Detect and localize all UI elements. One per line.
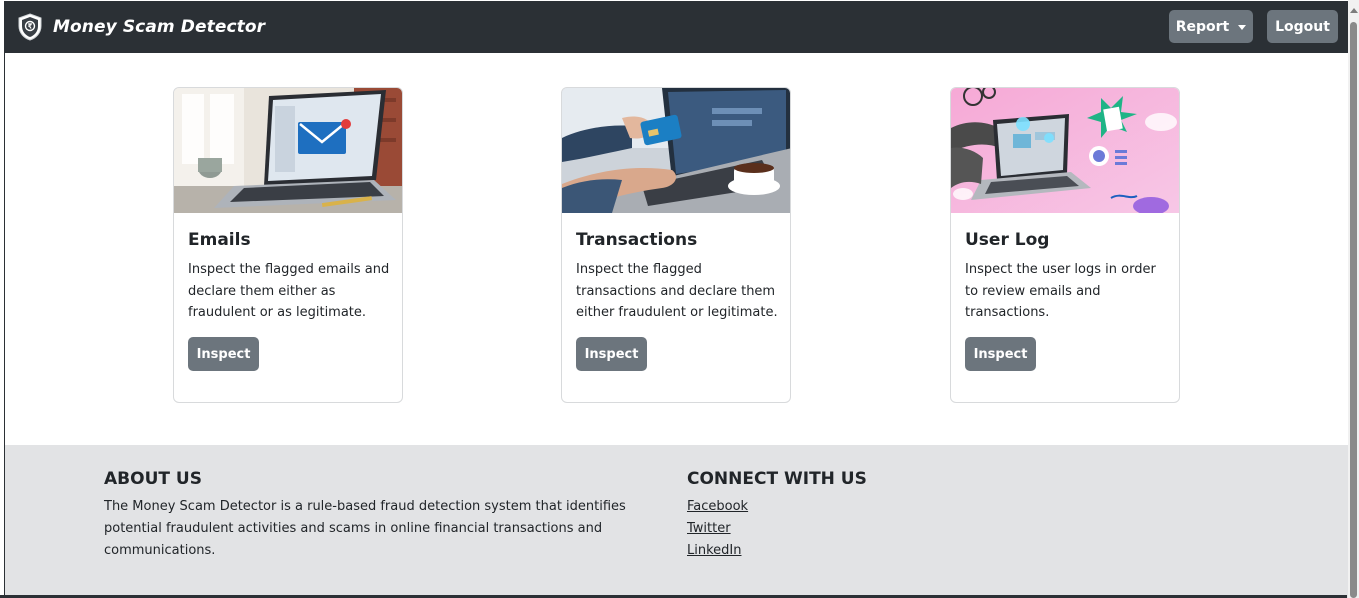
user-log-card-image bbox=[951, 88, 1179, 213]
twitter-link[interactable]: Twitter bbox=[687, 518, 748, 540]
inspect-transactions-button[interactable]: Inspect bbox=[576, 337, 647, 371]
top-navbar: ₹ Money Scam Detector Report Logout bbox=[5, 1, 1348, 53]
card-emails: Emails Inspect the flagged emails and de… bbox=[173, 87, 403, 403]
card-title: User Log bbox=[965, 230, 1050, 250]
emails-card-image bbox=[174, 88, 402, 213]
connect-heading: CONNECT WITH US bbox=[687, 469, 867, 489]
brand[interactable]: ₹ Money Scam Detector bbox=[16, 13, 265, 41]
about-text: The Money Scam Detector is a rule-based … bbox=[104, 499, 626, 558]
report-dropdown-button[interactable]: Report bbox=[1169, 10, 1253, 43]
svg-text:₹: ₹ bbox=[28, 23, 33, 31]
scrollbar-thumb[interactable] bbox=[1350, 22, 1357, 598]
card-text: Inspect the flagged emails and declare t… bbox=[188, 262, 390, 320]
card-title: Transactions bbox=[576, 230, 698, 250]
card-text: Inspect the user logs in order to review… bbox=[965, 262, 1156, 320]
card-text: Inspect the flagged transactions and dec… bbox=[576, 262, 778, 320]
footer: ABOUT US The Money Scam Detector is a ru… bbox=[5, 445, 1348, 598]
shield-logo-icon: ₹ bbox=[18, 13, 42, 41]
about-heading: ABOUT US bbox=[104, 469, 202, 489]
scroll-up-arrow-icon[interactable] bbox=[1350, 8, 1358, 13]
brand-title: Money Scam Detector bbox=[53, 17, 266, 37]
linkedin-link[interactable]: LinkedIn bbox=[687, 540, 748, 562]
card-transactions: Transactions Inspect the flagged transac… bbox=[561, 87, 791, 403]
card-user-log: User Log Inspect the user logs in order … bbox=[950, 87, 1180, 403]
logout-button[interactable]: Logout bbox=[1267, 10, 1338, 43]
transactions-card-image bbox=[562, 88, 790, 213]
vertical-scrollbar[interactable] bbox=[1348, 0, 1359, 598]
app-window: ₹ Money Scam Detector Report Logout Emai… bbox=[4, 1, 1348, 598]
facebook-link[interactable]: Facebook bbox=[687, 496, 748, 518]
logout-label: Logout bbox=[1275, 18, 1330, 35]
report-label: Report bbox=[1175, 18, 1230, 35]
caret-down-icon bbox=[1238, 25, 1247, 30]
inspect-user-log-button[interactable]: Inspect bbox=[965, 337, 1036, 371]
inspect-emails-button[interactable]: Inspect bbox=[188, 337, 259, 371]
social-links: Facebook Twitter LinkedIn bbox=[687, 496, 748, 562]
card-title: Emails bbox=[188, 230, 251, 250]
